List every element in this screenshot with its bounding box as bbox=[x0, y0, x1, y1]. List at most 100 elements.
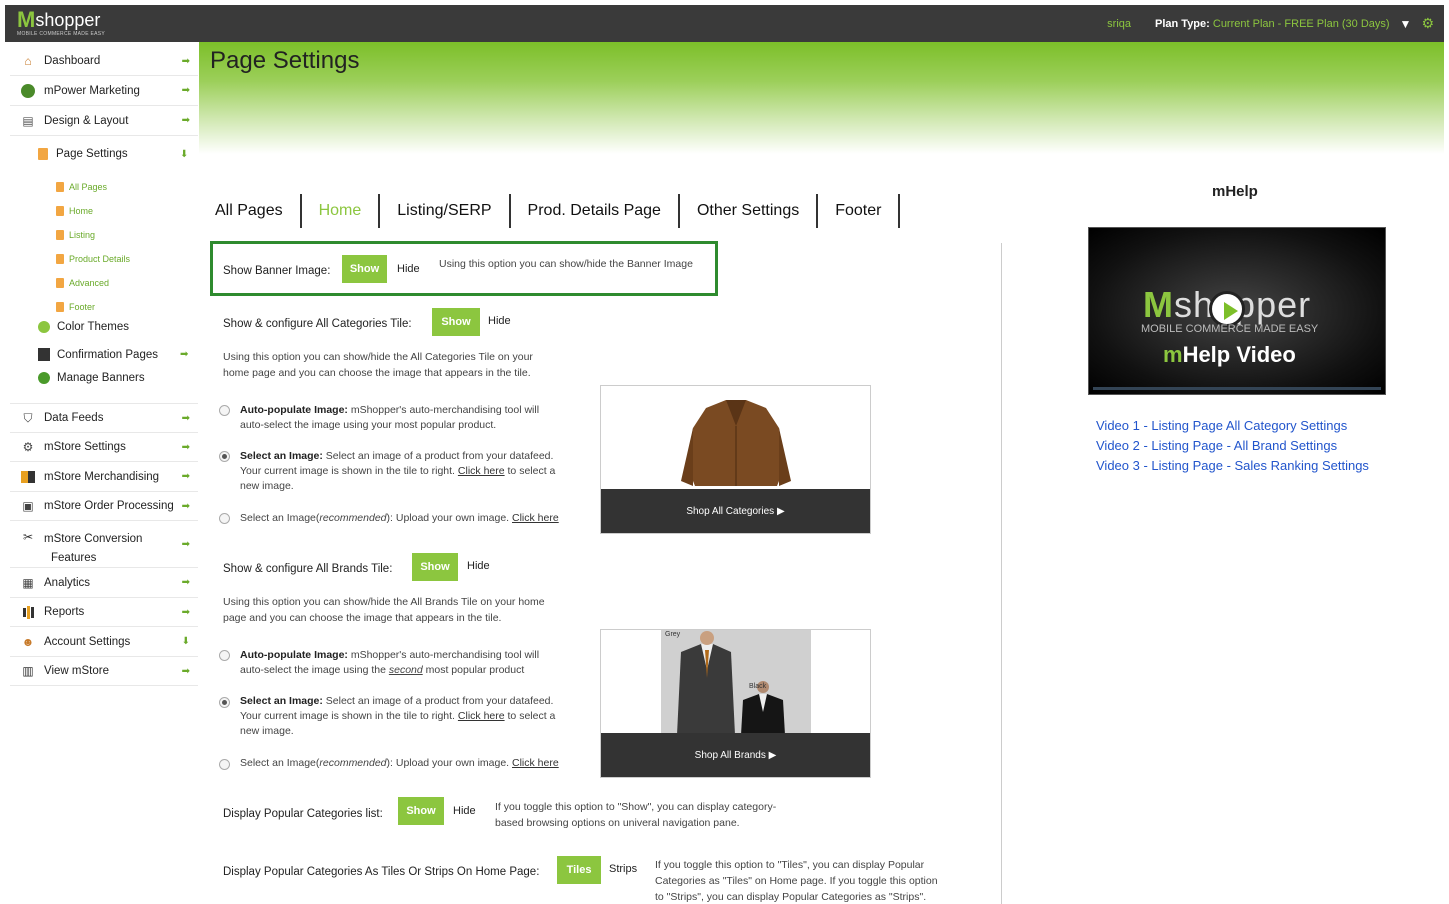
brands-auto-populate-radio[interactable] bbox=[219, 650, 230, 661]
click-here-link[interactable]: Click here bbox=[458, 710, 505, 722]
sidebar-item-page-settings[interactable]: Page Settings bbox=[38, 148, 128, 160]
categories-show-button[interactable]: Show bbox=[432, 308, 480, 336]
click-here-link[interactable]: Click here bbox=[512, 757, 559, 769]
page-icon bbox=[56, 230, 64, 240]
header-gradient bbox=[199, 42, 1444, 154]
sidebar-item-mstore-merchandising[interactable]: mStore Merchandising ➡ bbox=[10, 462, 198, 492]
click-here-link[interactable]: Click here bbox=[458, 465, 505, 477]
triangle-down-icon[interactable]: ▼ bbox=[1400, 17, 1412, 31]
video-link-1[interactable]: Video 1 - Listing Page All Category Sett… bbox=[1096, 418, 1347, 433]
settings-icon: ⚙ bbox=[22, 440, 34, 454]
sidebar-item-design-layout[interactable]: ▤ Design & Layout ➡ bbox=[10, 106, 198, 136]
option-title: Select an Image: bbox=[240, 695, 323, 707]
sidebar-item-mstore-order-processing[interactable]: ▣ mStore Order Processing ➡ bbox=[10, 492, 198, 521]
tab-listing-serp[interactable]: Listing/SERP bbox=[380, 194, 511, 228]
strips-button[interactable]: Strips bbox=[609, 863, 637, 875]
sidebar-item-mpower-marketing[interactable]: mPower Marketing ➡ bbox=[10, 76, 198, 106]
tab-other-settings[interactable]: Other Settings bbox=[680, 194, 819, 228]
banner-hide-button[interactable]: Hide bbox=[397, 263, 420, 275]
sidebar-item-label-line2: Features bbox=[51, 552, 97, 564]
arrow-right-icon: ➡ bbox=[181, 471, 190, 482]
sidebar-item-data-feeds[interactable]: ⛉ Data Feeds ➡ bbox=[10, 403, 198, 433]
popular-list-description: If you toggle this option to "Show", you… bbox=[495, 799, 776, 831]
mhelp-video-player[interactable]: Mshopper MOBILE COMMERCE MADE EASY mHelp… bbox=[1088, 227, 1386, 395]
popular-list-hide-button[interactable]: Hide bbox=[453, 805, 476, 817]
layout-icon: ▤ bbox=[22, 113, 34, 128]
categories-hide-button[interactable]: Hide bbox=[488, 315, 511, 327]
option-text: ): bbox=[386, 757, 393, 769]
sidebar-subitem-footer[interactable]: Footer bbox=[56, 302, 95, 312]
sidebar-subitem-advanced[interactable]: Advanced bbox=[56, 278, 109, 288]
popular-list-show-button[interactable]: Show bbox=[398, 797, 444, 825]
sidebar-item-manage-banners[interactable]: Manage Banners bbox=[38, 372, 145, 384]
gear-icon[interactable]: ⚙ bbox=[1421, 15, 1434, 32]
sidebar-item-reports[interactable]: Reports ➡ bbox=[10, 598, 198, 627]
categories-description: Using this option you can show/hide the … bbox=[223, 349, 533, 381]
categories-label: Show & configure All Categories Tile: bbox=[223, 318, 412, 330]
page-tabs: All Pages Home Listing/SERP Prod. Detail… bbox=[215, 194, 901, 228]
sidebar-item-mstore-conversion[interactable]: ✂ mStore Conversion Features ➡ bbox=[10, 521, 198, 568]
categories-upload-image-radio[interactable] bbox=[219, 513, 230, 524]
option-title: Select an Image: bbox=[240, 450, 323, 462]
sidebar-subitem-home[interactable]: Home bbox=[56, 206, 93, 216]
sidebar-item-label: Confirmation Pages bbox=[57, 348, 158, 361]
desc-line: If you toggle this option to "Show", you… bbox=[495, 801, 777, 813]
popular-tiles-label: Display Popular Categories As Tiles Or S… bbox=[223, 866, 540, 878]
logo-text: shopper bbox=[35, 10, 101, 30]
sidebar-item-label: Manage Banners bbox=[57, 372, 145, 384]
brands-description: Using this option you can show/hide the … bbox=[223, 594, 545, 626]
sidebar-item-mstore-settings[interactable]: ⚙ mStore Settings ➡ bbox=[10, 433, 198, 462]
sidebar-item-label: Account Settings bbox=[44, 635, 131, 648]
brands-select-image-radio[interactable] bbox=[219, 697, 230, 708]
sidebar-item-label: Home bbox=[69, 206, 94, 216]
brands-hide-button[interactable]: Hide bbox=[467, 560, 490, 572]
play-icon[interactable] bbox=[1209, 291, 1245, 327]
tiles-button[interactable]: Tiles bbox=[557, 856, 601, 884]
option-text: to select a bbox=[507, 465, 556, 477]
option-text: Select an image of a product from your d… bbox=[325, 695, 554, 707]
arrow-right-icon: ➡ bbox=[181, 412, 190, 424]
tab-footer[interactable]: Footer bbox=[818, 194, 901, 228]
brands-desc-line2: page and you can choose the image that a… bbox=[223, 612, 502, 624]
banner-show-button[interactable]: Show bbox=[342, 255, 387, 283]
sidebar-subitem-listing[interactable]: Listing bbox=[56, 230, 95, 240]
sidebar-item-dashboard[interactable]: ⌂ Dashboard ➡ bbox=[10, 47, 198, 76]
page-icon bbox=[56, 206, 64, 216]
sidebar-subitem-all-pages[interactable]: All Pages bbox=[56, 182, 107, 192]
brands-auto-populate-text: Auto-populate Image: mShopper's auto-mer… bbox=[240, 648, 539, 678]
sidebar-item-label: Analytics bbox=[44, 576, 91, 589]
tab-home[interactable]: Home bbox=[302, 194, 381, 228]
video-progress-bar[interactable] bbox=[1093, 387, 1381, 390]
video-link-2[interactable]: Video 2 - Listing Page - All Brand Setti… bbox=[1096, 438, 1337, 453]
analytics-icon: ▦ bbox=[22, 575, 34, 590]
plan-type-value[interactable]: Current Plan - FREE Plan (30 Days) bbox=[1213, 18, 1390, 30]
sidebar-item-view-mstore[interactable]: ▥ View mStore ➡ bbox=[10, 657, 198, 686]
sidebar-item-label: Advanced bbox=[69, 278, 110, 288]
sidebar-item-color-themes[interactable]: Color Themes bbox=[38, 321, 129, 333]
banner-icon bbox=[38, 372, 50, 384]
categories-tile-preview: Shop All Categories ▶ bbox=[600, 385, 871, 534]
palette-icon bbox=[38, 321, 50, 333]
video-link-3[interactable]: Video 3 - Listing Page - Sales Ranking S… bbox=[1096, 458, 1369, 473]
sidebar-subitem-product-details[interactable]: Product Details bbox=[56, 254, 130, 264]
brands-show-button[interactable]: Show bbox=[412, 553, 458, 581]
tab-prod-details[interactable]: Prod. Details Page bbox=[511, 194, 680, 228]
sidebar-item-account-settings[interactable]: ☻ Account Settings ⬇ bbox=[10, 627, 198, 657]
arrow-right-icon: ➡ bbox=[181, 539, 190, 550]
username[interactable]: sriqa bbox=[1107, 18, 1131, 30]
sidebar-item-analytics[interactable]: ▦ Analytics ➡ bbox=[10, 568, 198, 598]
categories-select-image-radio[interactable] bbox=[219, 451, 230, 462]
click-here-link[interactable]: Click here bbox=[512, 512, 559, 524]
popular-tiles-description: If you toggle this option to "Tiles", yo… bbox=[655, 857, 938, 904]
brands-upload-image-radio[interactable] bbox=[219, 759, 230, 770]
arrow-right-icon: ➡ bbox=[181, 55, 190, 67]
sidebar-item-confirmation-pages[interactable]: Confirmation Pages bbox=[38, 348, 158, 361]
arrow-right-icon: ➡ bbox=[181, 441, 190, 453]
categories-upload-image-text: Select an Image(recommended): Upload you… bbox=[240, 511, 559, 526]
tile-grey-label: Grey bbox=[665, 631, 681, 638]
categories-auto-populate-radio[interactable] bbox=[219, 405, 230, 416]
tab-all-pages[interactable]: All Pages bbox=[215, 194, 302, 228]
option-text: recommended bbox=[319, 757, 387, 769]
logo[interactable]: Mshopper MOBILE COMMERCE MADE EASY bbox=[17, 9, 105, 38]
brands-desc-line1: Using this option you can show/hide the … bbox=[223, 596, 545, 608]
